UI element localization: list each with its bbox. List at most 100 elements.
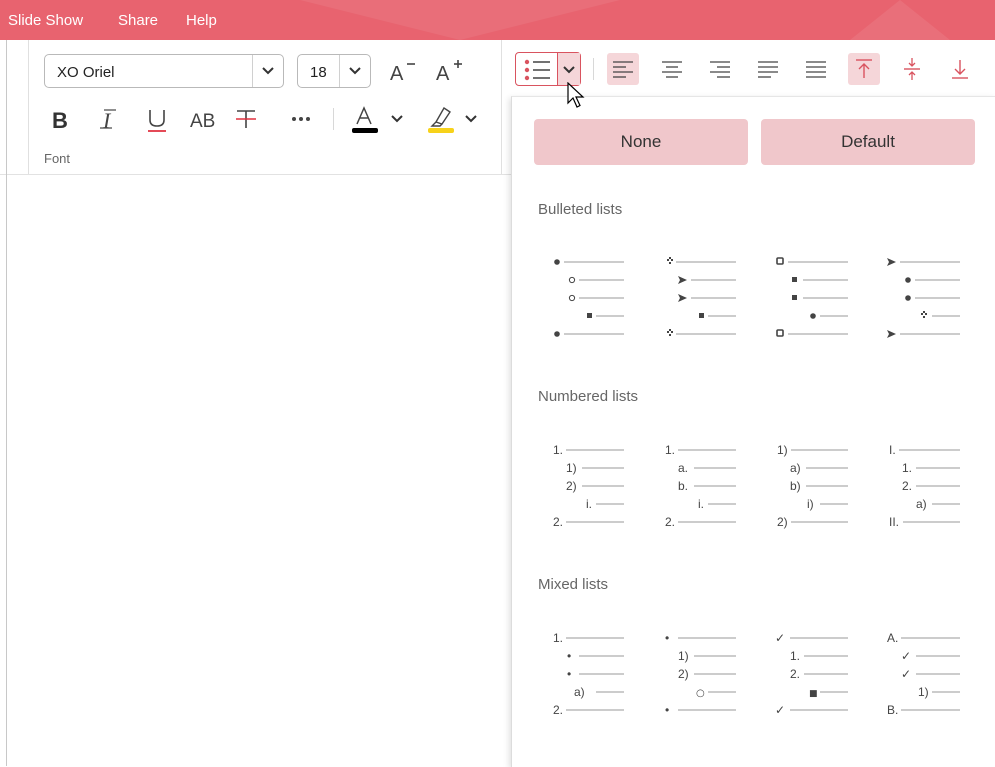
bullets-dropdown-panel: None Default Bulleted lists Numbered lis…: [511, 96, 995, 767]
bulleted-list-icon: [524, 59, 550, 81]
italic-icon[interactable]: I: [100, 106, 122, 132]
strikethrough-icon[interactable]: [234, 106, 258, 132]
preset-label: ✓: [775, 631, 785, 645]
preset-label: II.: [889, 515, 899, 529]
preset-label: b): [790, 479, 801, 493]
numbered-list-preset[interactable]: 1. a. b. i. 2.: [662, 443, 752, 543]
preset-label: 2.: [790, 667, 800, 681]
mixed-list-preset[interactable]: 1. • • a) 2.: [550, 631, 640, 731]
align-right-button[interactable]: [704, 53, 736, 85]
preset-label: 1.: [553, 631, 563, 645]
font-color-icon[interactable]: [350, 104, 380, 134]
decrease-font-size-icon[interactable]: A: [388, 58, 420, 84]
highlight-color-icon[interactable]: [426, 102, 456, 134]
preset-label: 1): [566, 461, 577, 475]
preset-label: 2.: [553, 515, 563, 529]
chevron-down-icon[interactable]: [464, 114, 478, 124]
align-right-icon: [710, 61, 730, 78]
default-button[interactable]: Default: [761, 119, 975, 165]
mixed-lists-title: Mixed lists: [538, 576, 609, 593]
preset-label: 1.: [665, 443, 675, 457]
underline-icon[interactable]: [146, 106, 168, 134]
font-name-dropdown[interactable]: [252, 55, 283, 87]
chevron-down-icon: [349, 67, 361, 75]
preset-label: 2.: [553, 703, 563, 717]
chevron-down-icon[interactable]: [390, 114, 404, 124]
menubar-decoration: [300, 0, 620, 40]
numbered-list-preset[interactable]: 1) a) b) i) 2): [774, 443, 864, 543]
increase-font-size-icon[interactable]: A: [434, 56, 466, 84]
align-bottom-icon: [952, 60, 968, 79]
align-bottom-button[interactable]: [944, 53, 976, 85]
preset-label: 1): [678, 649, 689, 663]
align-center-icon: [662, 61, 682, 78]
bulleted-list-preset[interactable]: [662, 255, 752, 355]
menubar-decoration: [850, 0, 950, 40]
distribute-button[interactable]: [800, 53, 832, 85]
svg-text:A: A: [390, 63, 404, 84]
preset-label: •: [665, 631, 669, 645]
menu-share[interactable]: Share: [118, 12, 158, 29]
justify-icon: [758, 61, 778, 78]
align-top-button[interactable]: [848, 53, 880, 85]
preset-label: •: [665, 703, 669, 717]
bullets-dropdown-button[interactable]: [557, 53, 580, 85]
preset-label: i.: [698, 497, 704, 511]
preset-label: 1.: [553, 443, 563, 457]
bulleted-list-preset[interactable]: [886, 255, 976, 355]
window-edge: [6, 40, 7, 766]
preset-label: 2.: [665, 515, 675, 529]
mixed-list-preset[interactable]: ✓ 1. 2. ■ ✓: [774, 631, 864, 731]
bulleted-list-preset[interactable]: [774, 255, 864, 355]
preset-label: a): [574, 685, 585, 699]
align-center-button[interactable]: [656, 53, 688, 85]
preset-label: ✓: [775, 703, 785, 717]
align-left-icon: [613, 61, 633, 78]
preset-label: •: [567, 667, 571, 681]
numbered-list-preset[interactable]: 1. 1) 2) i. 2.: [550, 443, 640, 543]
mixed-list-preset[interactable]: • 1) 2) ○ •: [662, 631, 752, 731]
none-button[interactable]: None: [534, 119, 748, 165]
preset-label: A.: [887, 631, 898, 645]
preset-label: a): [916, 497, 927, 511]
numbered-lists-title: Numbered lists: [538, 388, 639, 405]
toolbar-separator: [333, 108, 334, 130]
justify-button[interactable]: [752, 53, 784, 85]
change-case-icon[interactable]: AB: [190, 106, 224, 132]
font-size-dropdown[interactable]: [339, 55, 370, 87]
font-size-combo[interactable]: 18: [297, 54, 371, 88]
bulleted-list-preset[interactable]: [550, 255, 640, 355]
chevron-down-icon: [262, 67, 274, 75]
preset-label: 1): [918, 685, 929, 699]
preset-label: ■: [809, 689, 818, 699]
preset-label: 1.: [902, 461, 912, 475]
preset-label: ✓: [901, 649, 911, 663]
preset-label: ○: [696, 688, 705, 699]
preset-label: •: [567, 649, 571, 663]
chevron-down-icon: [563, 66, 575, 74]
align-top-icon: [856, 59, 872, 78]
svg-text:AB: AB: [190, 111, 215, 132]
svg-text:A: A: [436, 63, 450, 84]
mixed-list-preset[interactable]: A. ✓ ✓ 1) B.: [886, 631, 976, 731]
group-divider: [501, 40, 502, 174]
bullets-button[interactable]: [515, 52, 581, 86]
align-left-button[interactable]: [607, 53, 639, 85]
font-name-combo[interactable]: XO Oriel: [44, 54, 284, 88]
preset-label: I.: [889, 443, 896, 457]
bulleted-lists-title: Bulleted lists: [538, 201, 623, 218]
align-middle-icon: [904, 58, 920, 80]
preset-label: 2): [678, 667, 689, 681]
preset-label: i): [807, 497, 814, 511]
numbered-list-preset[interactable]: I. 1. 2. a) II.: [886, 443, 976, 543]
preset-label: 2): [777, 515, 788, 529]
bold-icon[interactable]: B: [50, 106, 74, 132]
preset-label: 1.: [790, 649, 800, 663]
more-options-icon[interactable]: [290, 114, 314, 124]
preset-label: a.: [678, 461, 688, 475]
menu-bar: Slide Show Share Help: [0, 0, 995, 40]
menu-help[interactable]: Help: [186, 12, 217, 29]
distribute-icon: [806, 61, 826, 78]
menu-slide-show[interactable]: Slide Show: [8, 12, 83, 29]
align-middle-button[interactable]: [896, 53, 928, 85]
